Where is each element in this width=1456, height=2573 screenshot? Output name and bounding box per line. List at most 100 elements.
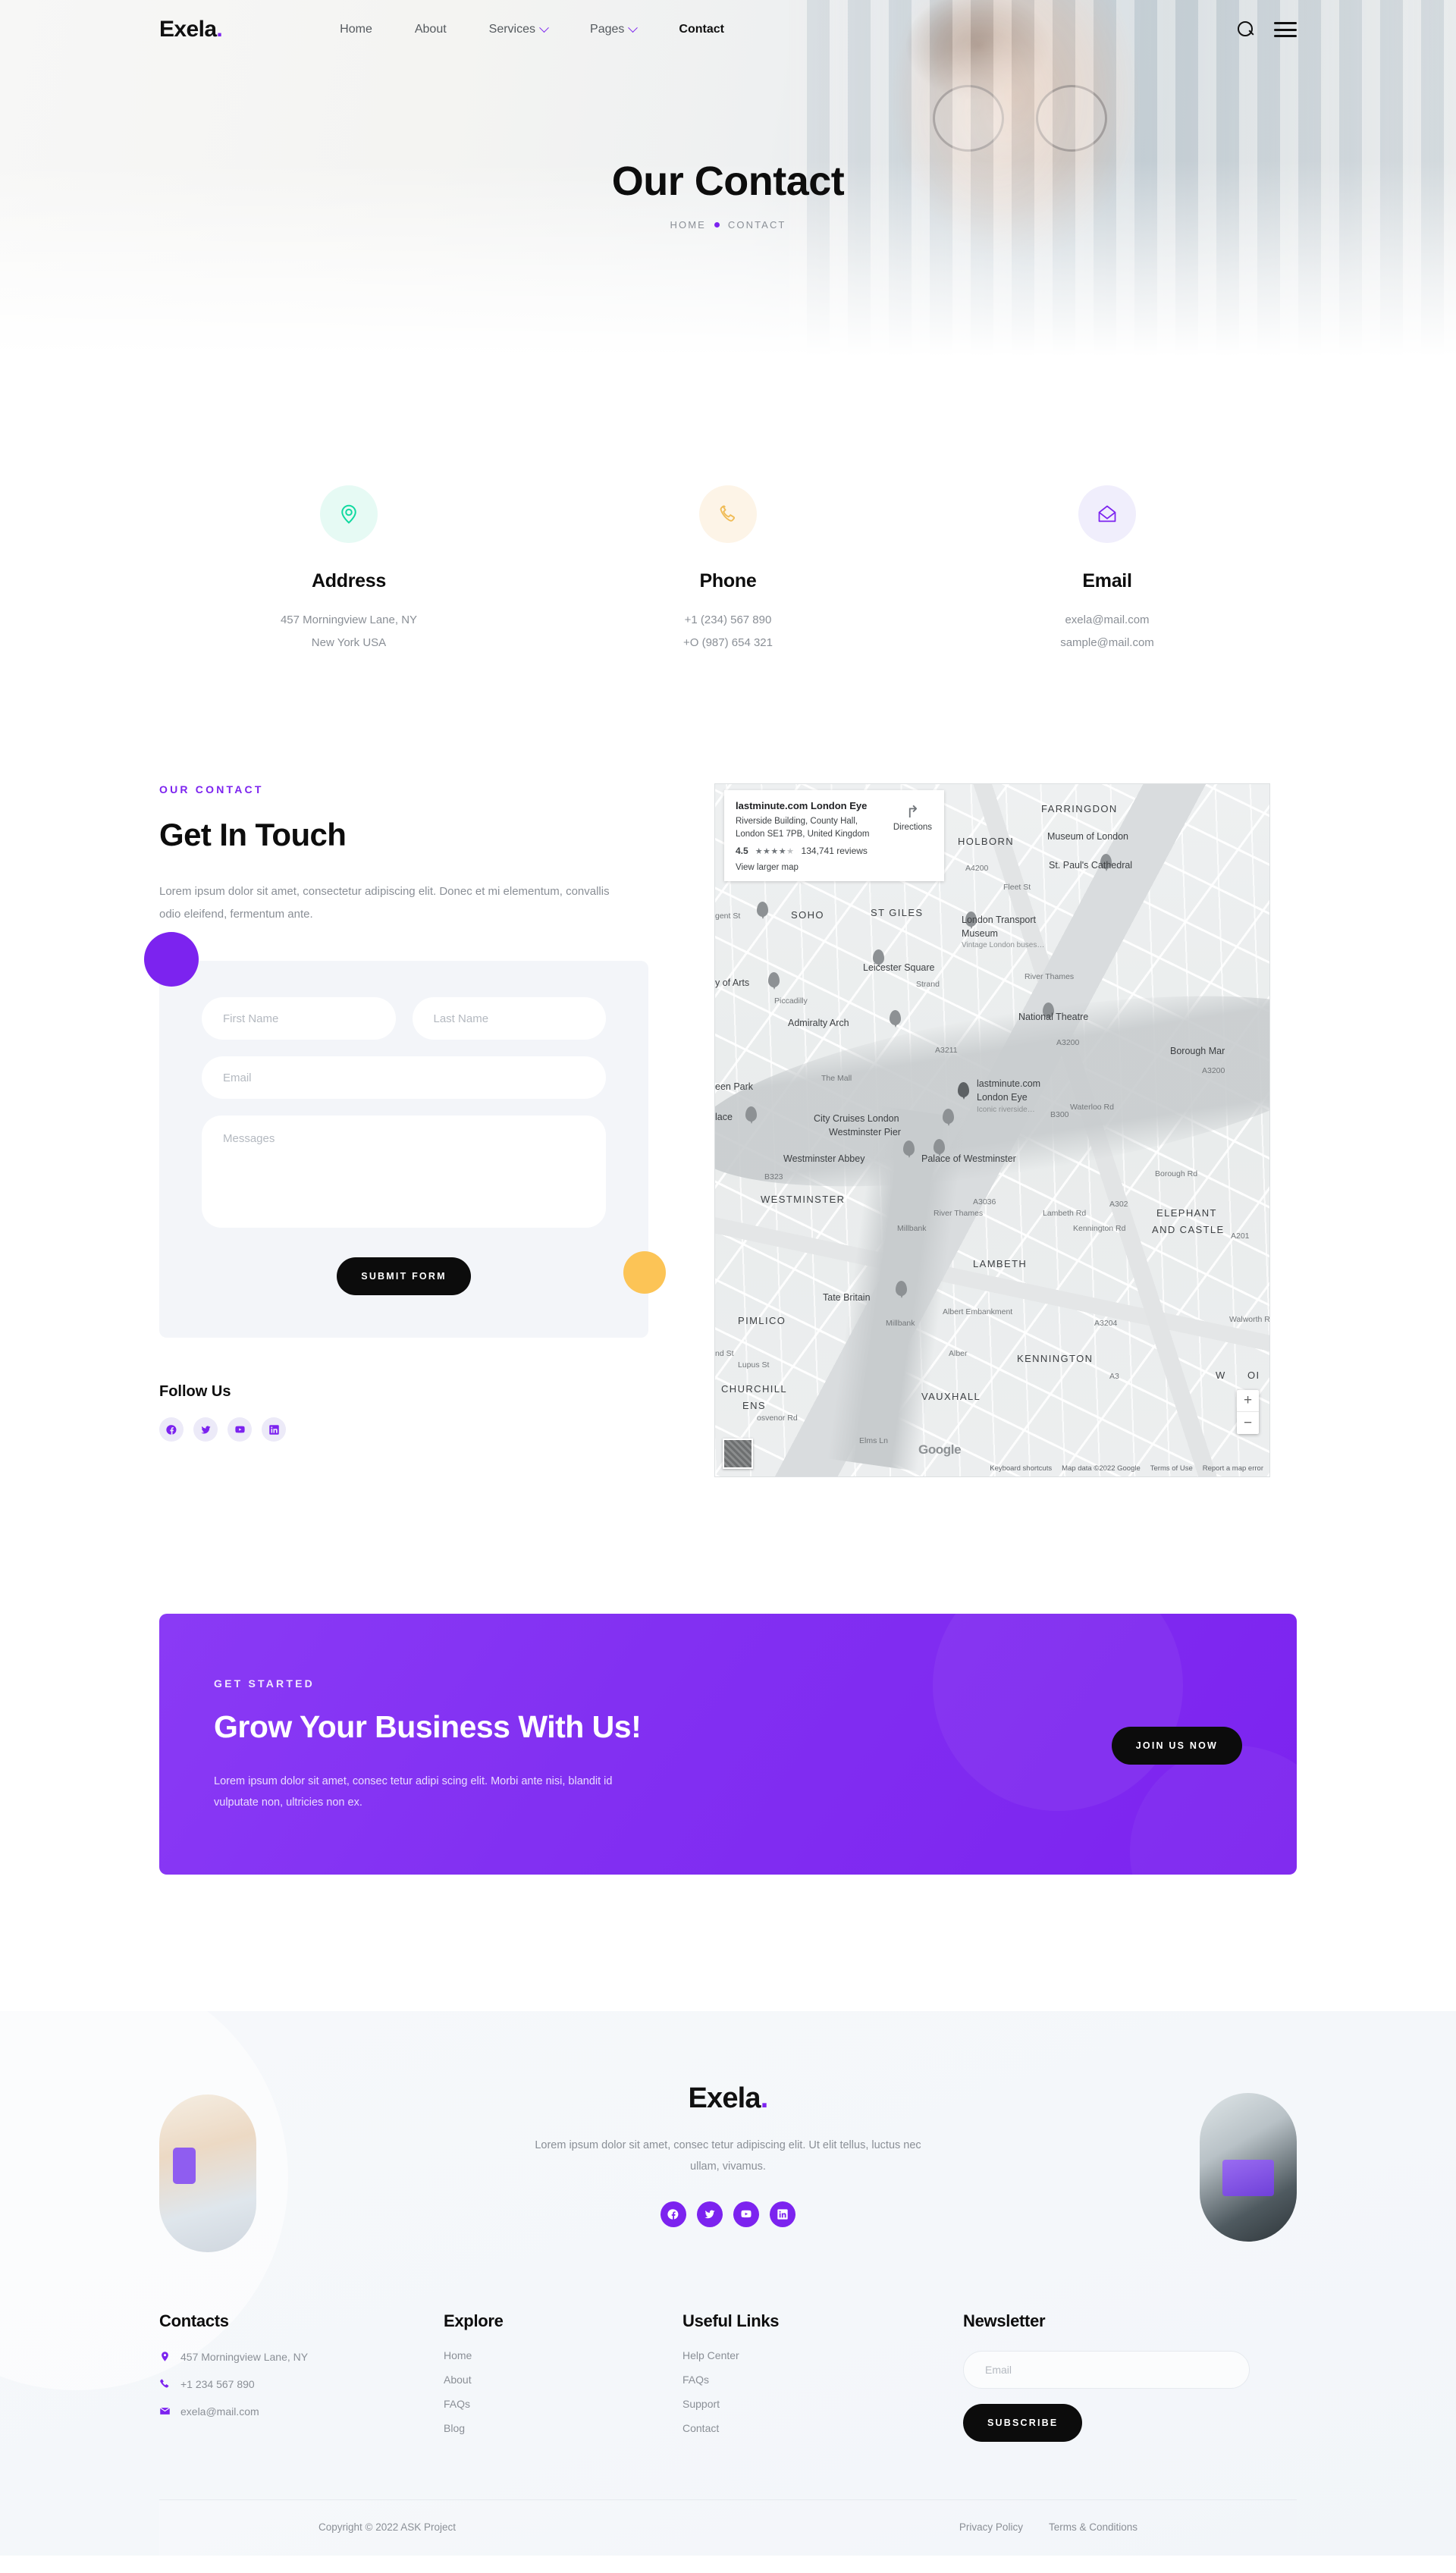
map-pin-icon[interactable]	[934, 1139, 945, 1156]
directions-label: Directions	[893, 823, 932, 832]
map-label: LAMBETH	[973, 1258, 1028, 1269]
footer-email-row[interactable]: exela@mail.com	[159, 2405, 444, 2418]
footer-column-title: Useful Links	[682, 2311, 780, 2330]
street-view-thumbnail[interactable]	[723, 1439, 753, 1469]
cta-banner: GET STARTED Grow Your Business With Us! …	[159, 1614, 1297, 1875]
section-title: Get In Touch	[159, 817, 347, 852]
useful-link-support[interactable]: Support	[682, 2398, 963, 2410]
footer-logo-text: Exela	[688, 2082, 761, 2114]
map-pin-icon[interactable]	[896, 1281, 907, 1298]
message-textarea[interactable]	[202, 1115, 606, 1228]
map-label: Lupus St	[738, 1360, 770, 1370]
linkedin-icon[interactable]	[262, 1417, 286, 1442]
legal-links: Privacy Policy Terms & Conditions	[959, 2521, 1138, 2533]
site-footer: Exela. Lorem ipsum dolor sit amet, conse…	[0, 2010, 1456, 2556]
join-us-now-button[interactable]: JOIN US NOW	[1111, 1726, 1242, 1765]
nav-item-services[interactable]: Services	[489, 22, 549, 36]
section-eyebrow: OUR CONTACT	[159, 783, 264, 795]
map-label: River Thames	[1025, 972, 1075, 981]
report-map-error-link[interactable]: Report a map error	[1203, 1464, 1263, 1473]
map-label: Millbank	[897, 1224, 927, 1233]
explore-link-about[interactable]: About	[444, 2374, 682, 2386]
map-pin-icon[interactable]	[943, 1109, 954, 1126]
terms-conditions-link[interactable]: Terms & Conditions	[1049, 2521, 1138, 2533]
place-address-line-1: Riverside Building, County Hall,	[736, 817, 858, 826]
footer-contact-info: 457 Morningview Lane, NY +1 234 567 890 …	[159, 2351, 444, 2418]
twitter-icon[interactable]	[193, 1417, 218, 1442]
facebook-icon[interactable]	[661, 2201, 686, 2228]
directions-button[interactable]: ↱ Directions	[893, 804, 932, 833]
explore-link-home[interactable]: Home	[444, 2349, 682, 2361]
map-label: A3204	[1094, 1319, 1118, 1328]
logo[interactable]: Exela.	[159, 17, 223, 42]
nav-item-pages[interactable]: Pages	[590, 22, 639, 36]
twitter-icon[interactable]	[697, 2201, 723, 2228]
contact-card-title: Email	[1082, 570, 1132, 591]
footer-address-row[interactable]: 457 Morningview Lane, NY	[159, 2351, 444, 2363]
map-label: lastminute.com	[977, 1078, 1041, 1089]
newsletter-email-input[interactable]	[963, 2350, 1250, 2389]
google-map[interactable]: FARRINGDON HOLBORN Museum of London St. Pau…	[714, 783, 1270, 1477]
youtube-icon[interactable]	[228, 1417, 252, 1442]
view-larger-map-link[interactable]: View larger map	[736, 863, 933, 872]
useful-link-faqs[interactable]: FAQs	[682, 2374, 963, 2386]
submit-form-button[interactable]: SUBMIT FORM	[337, 1257, 471, 1295]
map-label: London Eye	[977, 1092, 1028, 1103]
map-label: Westminster Pier	[829, 1127, 901, 1137]
useful-link-help-center[interactable]: Help Center	[682, 2349, 963, 2361]
map-pin-icon[interactable]	[890, 1010, 901, 1028]
contact-form-column: OUR CONTACT Get In Touch Lorem ipsum dol…	[144, 783, 666, 1477]
map-pin-icon[interactable]	[745, 1106, 757, 1124]
map-pin-icon[interactable]	[903, 1141, 915, 1158]
linkedin-icon[interactable]	[770, 2201, 795, 2228]
zoom-out-button[interactable]: −	[1237, 1412, 1259, 1434]
reviews-count: 134,741 reviews	[801, 846, 868, 857]
privacy-policy-link[interactable]: Privacy Policy	[959, 2521, 1023, 2533]
place-address-line-2: London SE1 7PB, United Kingdom	[736, 829, 870, 839]
footer-column-contacts: Contacts 457 Morningview Lane, NY +1 234…	[159, 2311, 444, 2446]
search-icon[interactable]	[1238, 21, 1254, 38]
contact-card-title: Phone	[699, 570, 757, 591]
subscribe-button[interactable]: SUBSCRIBE	[963, 2403, 1083, 2442]
youtube-icon[interactable]	[733, 2201, 759, 2228]
email-line-1: exela@mail.com	[1065, 613, 1150, 626]
map-label: Museum	[962, 928, 998, 939]
map-label: B300	[1050, 1110, 1069, 1119]
nav-item-home[interactable]: Home	[340, 23, 372, 36]
contact-page: Exela. Home About Services Pages Contact…	[0, 0, 1456, 2556]
footer-logo-dot: .	[760, 2082, 769, 2114]
map-pin-icon[interactable]	[958, 1082, 969, 1100]
email-input[interactable]	[202, 1056, 606, 1099]
zoom-in-button[interactable]: +	[1237, 1390, 1259, 1412]
submit-row: SUBMIT FORM	[202, 1257, 606, 1295]
footer-columns: Contacts 457 Morningview Lane, NY +1 234…	[159, 2311, 1297, 2499]
nav-item-contact[interactable]: Contact	[679, 23, 724, 36]
terms-of-use-link[interactable]: Terms of Use	[1150, 1464, 1193, 1473]
explore-link-blog[interactable]: Blog	[444, 2422, 682, 2434]
map-place-card: lastminute.com London Eye Riverside Buil…	[724, 790, 944, 882]
menu-icon[interactable]	[1274, 22, 1297, 37]
useful-link-contact[interactable]: Contact	[682, 2422, 963, 2434]
map-label: London Transport	[962, 915, 1036, 925]
map-label: SOHO	[791, 909, 824, 921]
footer-column-newsletter: Newsletter SUBSCRIBE	[963, 2311, 1297, 2446]
footer-logo[interactable]: Exela.	[256, 2082, 1200, 2115]
copyright-text: Copyright © 2022 ASK Project	[318, 2521, 457, 2533]
last-name-input[interactable]	[412, 997, 606, 1040]
cta-button-wrapper: JOIN US NOW	[1111, 1726, 1242, 1765]
first-name-input[interactable]	[202, 997, 396, 1040]
google-logo: Google	[918, 1442, 962, 1457]
footer-column-title: Newsletter	[963, 2311, 1046, 2330]
nav-item-about[interactable]: About	[415, 23, 447, 36]
purple-circle-decoration	[144, 932, 199, 987]
breadcrumb-home[interactable]: HOME	[670, 219, 706, 231]
map-pin-icon[interactable]	[768, 972, 780, 990]
keyboard-shortcuts-link[interactable]: Keyboard shortcuts	[990, 1464, 1052, 1473]
footer-phone-row[interactable]: +1 234 567 890	[159, 2378, 444, 2390]
map-pin-icon[interactable]	[757, 902, 768, 919]
map-label: ST GILES	[871, 907, 924, 918]
facebook-icon[interactable]	[159, 1417, 184, 1442]
map-label: een Park	[715, 1081, 754, 1092]
explore-link-faqs[interactable]: FAQs	[444, 2398, 682, 2410]
newsletter-button-wrapper: SUBSCRIBE	[963, 2403, 1297, 2442]
